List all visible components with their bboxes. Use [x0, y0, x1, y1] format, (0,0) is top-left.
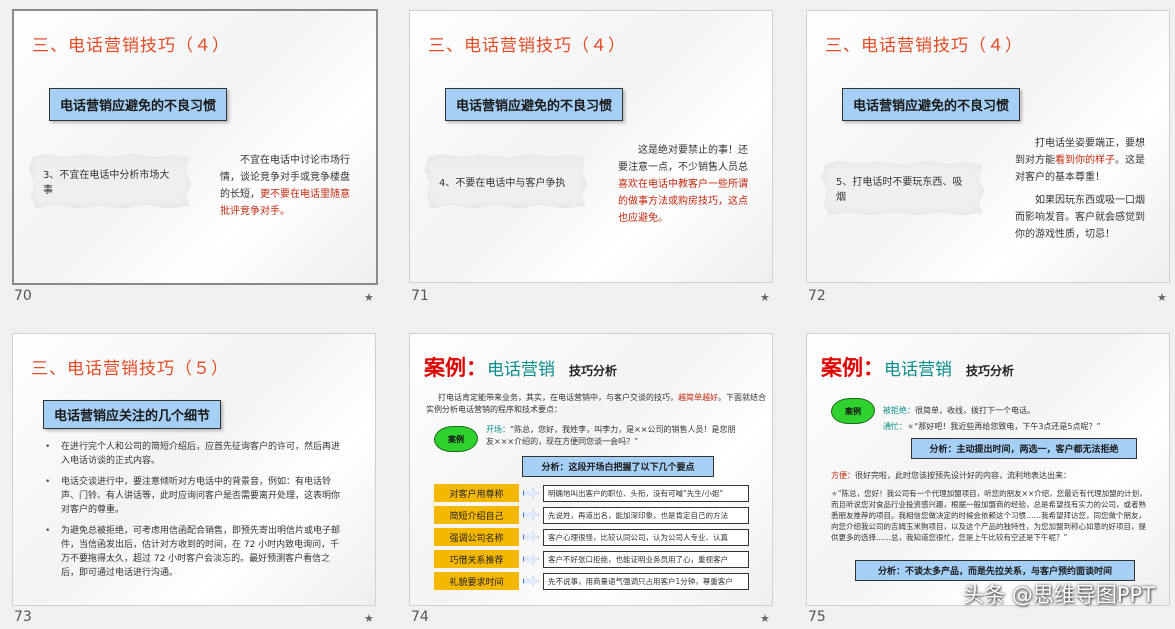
bullet-list: 在进行完个人和公司的简短介绍后，应首先征询客户的许可，然后再进入电话访谈的正式内…	[43, 440, 343, 587]
slide-description: 打电话坐姿要端正，要想到对方能看到你的样子。这是对客户的基本尊重！ 如果因玩东西…	[1015, 135, 1147, 243]
tip-label: 对客户用尊称	[434, 484, 519, 502]
analysis-box: 分析：主动提出时间，两选一，客户都无法拒绝	[911, 438, 1137, 459]
refuse-label: 被拒绝：	[883, 406, 915, 415]
slide-title: 三、电话营销技巧（５）	[31, 359, 229, 379]
torn-paper-label: 5、打电话时不要玩东西、吸烟	[822, 161, 984, 215]
accept-text: “那好吧！我近些再给您致电，下午3点还是5点呢？”	[914, 422, 1101, 431]
slide-thumbnail-75[interactable]: 案例：电话营销 技巧分析 案例 被拒绝：很简单，收线，拨打下一个电话。 通忙：★…	[806, 333, 1170, 606]
star-icon[interactable]: ★	[364, 291, 374, 304]
intro-text: 打电话肯定能带来业务，其实，在电话营销中，与客户交谈的技巧，越简单越好。下面就结…	[426, 392, 766, 416]
case-label: 案例	[424, 356, 466, 380]
convenient-text: 很好完啦，此时您该按预先设计好的内容，流利地表达出来：	[855, 471, 1071, 480]
watermark: 头条 @思维导图PPT	[963, 583, 1155, 607]
slide-title: 三、电话营销技巧（４）	[32, 36, 230, 56]
case-cloud-badge: 案例	[434, 426, 478, 452]
tip-desc: 客户不好张口拒绝，也能证明业务员用了心，重视客户	[543, 550, 749, 568]
tip-label: 强调公司名称	[434, 528, 519, 546]
intro-highlight: 越简单越好	[678, 393, 718, 402]
desc-second: 如果因玩东西或吸一口烟而影响发音。客户就会感觉到你的游戏性质，切忌！	[1015, 195, 1145, 240]
desc-highlight: 喜欢在电话中教客户一些所谓的做事方法或购房技巧，这点也应避免。	[618, 179, 748, 224]
accept-label: 通忙：	[883, 422, 907, 431]
slide-thumbnail-72[interactable]: 三、电话营销技巧（４） 电话营销应避免的不良习惯 5、打电话时不要玩东西、吸烟 …	[806, 10, 1170, 283]
tip-row: 对客户用尊称 明确地叫出客户的职位、头衔，没有可喊“先生/小姐”	[434, 484, 749, 502]
star-icon[interactable]: ★	[760, 612, 770, 625]
refuse-line: 被拒绝：很简单，收线，拨打下一个电话。	[883, 405, 1153, 417]
tip-label: 简短介绍自己	[434, 506, 519, 524]
slide-title: 三、电话营销技巧（４）	[428, 36, 626, 56]
tip-desc: 客户心理很怪，比较认同公司，认为公司人专业、认真	[543, 528, 749, 546]
opening-text: 开场：“陈总，您好，我姓李，叫李力，是××公司的销售人员！是您朋友×××介绍的，…	[486, 424, 741, 448]
slide-number: 70	[14, 288, 32, 304]
tip-row: 巧借关系推荐 客户不好张口拒绝，也能证明业务员用了心，重视客户	[434, 550, 749, 568]
star-icon[interactable]: ★	[1157, 291, 1167, 304]
tip-row: 强调公司名称 客户心理很怪，比较认同公司，认为公司人专业、认真	[434, 528, 749, 546]
case-skill: 技巧分析	[569, 364, 618, 378]
slide-subtitle: 电话营销应避免的不良习惯	[445, 88, 624, 121]
arrow-right-icon	[523, 554, 539, 564]
torn-paper-label: 3、不宜在电话中分析市场大事	[29, 154, 191, 208]
slide-description: 不宜在电话中讨论市场行情，谈论竞争对手或竞争楼盘的长短，更不要在电话里随意批评竞…	[220, 152, 350, 220]
convenient-label: 方便：	[831, 471, 855, 480]
slide-subtitle: 电话营销应避免的不良习惯	[842, 88, 1021, 121]
slide-number: 71	[411, 288, 429, 304]
slide-number: 74	[411, 609, 429, 625]
bullet-item: 电话交谈进行中，要注意倾听对方电话中的背景音，例如：有电话铃声、门铃、有人讲话等…	[43, 475, 343, 517]
desc-plain: 这是绝对要禁止的事！还要注意一点，不少销售人员总	[618, 145, 748, 173]
tip-label: 巧借关系推荐	[434, 550, 519, 568]
star-icon[interactable]: ★	[364, 612, 374, 625]
opening-quote: “陈总，您好，我姓李，叫李力，是××公司的销售人员！是您朋友×××介绍的，现在方…	[486, 425, 736, 446]
case-label: 案例	[821, 356, 863, 380]
arrow-right-icon	[523, 576, 539, 586]
case-colon: ：	[863, 356, 884, 380]
case-skill: 技巧分析	[966, 364, 1015, 378]
case-topic: 电话营销	[487, 360, 555, 380]
torn-paper-label: 4、不要在电话中与客户争执	[425, 154, 587, 208]
slide-thumbnail-70[interactable]: 三、电话营销技巧（４） 电话营销应避免的不良习惯 3、不宜在电话中分析市场大事 …	[12, 9, 378, 285]
star-icon: ★	[831, 489, 838, 498]
case-heading: 案例：电话营销 技巧分析	[424, 352, 617, 382]
slide-description: 这是绝对要禁止的事！还要注意一点，不少销售人员总喜欢在电话中教客户一些所谓的做事…	[618, 142, 750, 227]
slide-number: 73	[14, 609, 32, 625]
slide-number: 75	[808, 609, 826, 625]
case-heading: 案例：电话营销 技巧分析	[821, 352, 1014, 382]
slide-title: 三、电话营销技巧（４）	[825, 36, 1023, 56]
opening-label: 开场：	[486, 425, 510, 434]
refuse-text: 很简单，收线，拨打下一个电话。	[915, 406, 1035, 415]
analysis-box: 分析：不谈太多产品，而是先拉关系，与客户预约面谈时间	[855, 560, 1135, 581]
accept-line: 通忙：★“那好吧！我近些再给您致电，下午3点还是5点呢？”	[883, 421, 1163, 433]
slide-thumbnail-71[interactable]: 三、电话营销技巧（４） 电话营销应避免的不良习惯 4、不要在电话中与客户争执 这…	[409, 10, 773, 283]
arrow-right-icon	[523, 488, 539, 498]
slide-subtitle: 电话营销应避免的不良习惯	[49, 88, 228, 121]
slide-number: 72	[808, 288, 826, 304]
star-icon[interactable]: ★	[760, 291, 770, 304]
tip-desc: 先说姓，再道出名，能加深印象，也是肯定自己的方法	[543, 506, 749, 524]
arrow-right-icon	[523, 532, 539, 542]
slide-thumbnail-73[interactable]: 三、电话营销技巧（５） 电话营销应关注的几个细节 在进行完个人和公司的简短介绍后…	[12, 333, 376, 606]
pitch-body: “陈总，您好！我公司有一个代理加盟项目，听您的朋友××介绍，您最近有代理加盟的计…	[831, 489, 1147, 542]
tip-desc: 明确地叫出客户的职位、头衔，没有可喊“先生/小姐”	[543, 484, 749, 502]
slide-subtitle: 电话营销应关注的几个细节	[43, 400, 222, 429]
convenient-line: 方便：很好完啦，此时您该按预先设计好的内容，流利地表达出来：	[831, 470, 1151, 482]
pitch-text: ★“陈总，您好！我公司有一个代理加盟项目，听您的朋友××介绍，您最近有代理加盟的…	[831, 488, 1151, 543]
bullet-item: 在进行完个人和公司的简短介绍后，应首先征询客户的许可，然后再进入电话访谈的正式内…	[43, 440, 343, 468]
analysis-box: 分析：这段开场白把握了以下几个要点	[522, 456, 714, 477]
tip-row: 礼貌要求时间 先不说事，用商量语气强调只占用客户1分钟，尊重客户	[434, 572, 749, 590]
slide-thumbnail-74[interactable]: 案例：电话营销 技巧分析 打电话肯定能带来业务，其实，在电话营销中，与客户交谈的…	[409, 333, 773, 606]
tip-desc: 先不说事，用商量语气强调只占用客户1分钟，尊重客户	[543, 572, 749, 590]
case-colon: ：	[466, 356, 487, 380]
tip-row: 简短介绍自己 先说姓，再道出名，能加深印象，也是肯定自己的方法	[434, 506, 749, 524]
bullet-item: 为避免总被拒绝，可考虑用信函配合销售，即预先寄出明信片或电子邮件，当信函发出后，…	[43, 524, 343, 580]
case-topic: 电话营销	[884, 360, 952, 380]
arrow-right-icon	[523, 510, 539, 520]
case-cloud-badge: 案例	[831, 398, 875, 424]
intro-plain: 打电话肯定能带来业务，其实，在电话营销中，与客户交谈的技巧，	[438, 393, 678, 402]
tip-label: 礼貌要求时间	[434, 572, 519, 590]
desc-highlight: 看到你的样子	[1055, 155, 1115, 166]
